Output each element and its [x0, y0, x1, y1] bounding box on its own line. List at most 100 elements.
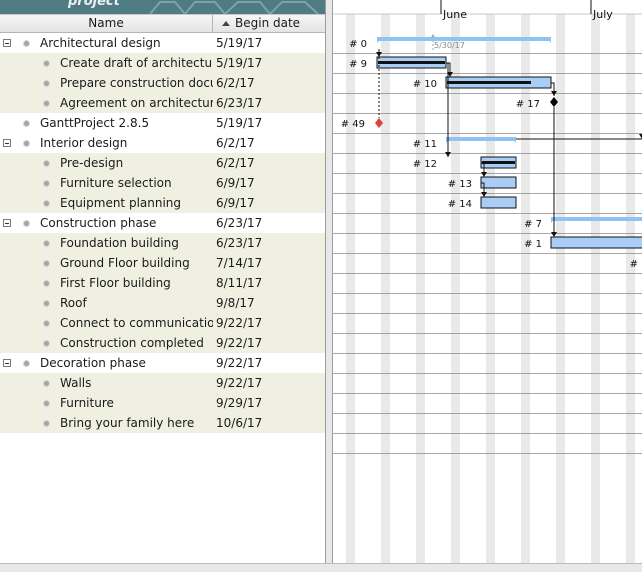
task-name[interactable]: Furniture selection — [60, 173, 213, 193]
task-name[interactable]: Foundation building — [60, 233, 213, 253]
task-name[interactable]: Interior design — [40, 133, 213, 153]
task-id-label: # 14 — [448, 199, 472, 210]
task-row[interactable]: Equipment planning 6/9/17 — [0, 193, 325, 213]
task-row[interactable]: Prepare construction docu... 6/2/17 — [0, 73, 325, 93]
task-row[interactable]: Foundation building 6/23/17 — [0, 233, 325, 253]
table-header: Name Begin date — [0, 14, 325, 33]
task-name[interactable]: Equipment planning — [60, 193, 213, 213]
task-id-label: # 13 — [448, 179, 472, 190]
task-name[interactable]: Architectural design — [40, 33, 213, 53]
task-row[interactable]: Create draft of architecture 5/19/17 — [0, 53, 325, 73]
task-begin-date[interactable]: 9/8/17 — [216, 293, 255, 313]
task-name[interactable]: Create draft of architecture — [60, 53, 213, 73]
collapse-toggle-icon[interactable] — [3, 39, 11, 47]
task-begin-date[interactable]: 5/19/17 — [216, 113, 262, 133]
task-begin-date[interactable]: 5/19/17 — [216, 53, 262, 73]
task-begin-date[interactable]: 6/23/17 — [216, 93, 262, 113]
task-row[interactable]: First Floor building 8/11/17 — [0, 273, 325, 293]
task-begin-date[interactable]: 9/22/17 — [216, 353, 262, 373]
task-name[interactable]: Construction completed — [60, 333, 213, 353]
task-begin-date[interactable]: 6/23/17 — [216, 233, 262, 253]
task-bullet-icon — [44, 181, 49, 186]
task-id-label: # 49 — [341, 119, 365, 130]
gantt-chart-panel: June July 5/30/17 # 0 # 9 # 10 # 17 # 49 # 11 # 1… — [333, 0, 642, 563]
task-name[interactable]: Ground Floor building — [60, 253, 213, 273]
task-begin-date[interactable]: 9/29/17 — [216, 393, 262, 413]
task-table-panel: project Name Begin date Architectural de… — [0, 0, 325, 571]
task-id-label: # — [630, 259, 638, 270]
task-bar — [480, 176, 517, 189]
task-begin-date[interactable]: 6/2/17 — [216, 133, 255, 153]
task-row[interactable]: GanttProject 2.8.5 5/19/17 — [0, 113, 325, 133]
task-id-label: # 0 — [349, 39, 367, 50]
task-row[interactable]: Agreement on architectura...6/23/17 — [0, 93, 325, 113]
task-begin-date[interactable]: 6/2/17 — [216, 73, 255, 93]
task-bullet-icon — [44, 61, 49, 66]
task-begin-date[interactable]: 6/2/17 — [216, 153, 255, 173]
task-row[interactable]: Interior design 6/2/17 — [0, 133, 325, 153]
task-name[interactable]: Pre-design — [60, 153, 213, 173]
task-begin-date[interactable]: 6/9/17 — [216, 173, 255, 193]
task-name[interactable]: Decoration phase — [40, 353, 213, 373]
task-name[interactable]: GanttProject 2.8.5 — [40, 113, 213, 133]
task-row[interactable]: Furniture selection 6/9/17 — [0, 173, 325, 193]
collapse-toggle-icon[interactable] — [3, 139, 11, 147]
task-name[interactable]: First Floor building — [60, 273, 213, 293]
today-date-label: 5/30/17 — [434, 41, 465, 50]
column-header-begin-date[interactable]: Begin date — [213, 15, 325, 33]
month-label: June — [442, 8, 467, 21]
task-begin-date[interactable]: 9/22/17 — [216, 333, 262, 353]
task-id-label: # 1 — [524, 239, 542, 250]
task-bullet-icon — [24, 121, 29, 126]
collapse-toggle-icon[interactable] — [3, 219, 11, 227]
task-row[interactable]: Construction phase 6/23/17 — [0, 213, 325, 233]
splitter[interactable] — [325, 0, 333, 571]
collapse-toggle-icon[interactable] — [3, 359, 11, 367]
month-label: July — [592, 8, 613, 21]
task-bullet-icon — [44, 421, 49, 426]
task-begin-date[interactable]: 10/6/17 — [216, 413, 262, 433]
task-begin-date[interactable]: 9/22/17 — [216, 313, 262, 333]
task-name[interactable]: Furniture — [60, 393, 213, 413]
task-name[interactable]: Roof — [60, 293, 213, 313]
task-row[interactable]: Construction completed 9/22/17 — [0, 333, 325, 353]
task-id-label: # 17 — [516, 99, 540, 110]
task-row[interactable]: Decoration phase 9/22/17 — [0, 353, 325, 373]
summary-bar — [377, 37, 551, 41]
summary-bar — [446, 137, 516, 141]
task-bullet-icon — [24, 221, 29, 226]
task-begin-date[interactable]: 6/23/17 — [216, 213, 262, 233]
task-row[interactable]: Architectural design 5/19/17 — [0, 33, 325, 53]
task-row[interactable]: Bring your family here 10/6/17 — [0, 413, 325, 433]
task-row[interactable]: Roof 9/8/17 — [0, 293, 325, 313]
task-bullet-icon — [44, 241, 49, 246]
task-begin-date[interactable]: 7/14/17 — [216, 253, 262, 273]
weekend-stripe — [346, 14, 355, 563]
task-rows: Architectural design 5/19/17 Create draft … — [0, 33, 325, 433]
task-name[interactable]: Agreement on architectura... — [60, 93, 213, 113]
task-begin-date[interactable]: 5/19/17 — [216, 33, 262, 53]
weekend-stripe — [416, 14, 425, 563]
task-name[interactable]: Walls — [60, 373, 213, 393]
column-header-name[interactable]: Name — [0, 15, 213, 33]
task-row[interactable]: Connect to communications 9/22/17 — [0, 313, 325, 333]
task-bullet-icon — [44, 321, 49, 326]
task-name[interactable]: Bring your family here — [60, 413, 213, 433]
task-row[interactable]: Ground Floor building 7/14/17 — [0, 253, 325, 273]
task-name[interactable]: Construction phase — [40, 213, 213, 233]
task-begin-date[interactable]: 9/22/17 — [216, 373, 262, 393]
column-header-begin-date-label: Begin date — [235, 16, 301, 30]
task-id-label: # 9 — [349, 59, 367, 70]
task-row[interactable]: Walls 9/22/17 — [0, 373, 325, 393]
task-name[interactable]: Connect to communications — [60, 313, 213, 333]
weekend-stripe — [556, 14, 565, 563]
task-row[interactable]: Furniture 9/29/17 — [0, 393, 325, 413]
task-bullet-icon — [24, 141, 29, 146]
task-row[interactable]: Pre-design 6/2/17 — [0, 153, 325, 173]
task-bullet-icon — [44, 81, 49, 86]
task-bullet-icon — [24, 361, 29, 366]
task-name[interactable]: Prepare construction docu... — [60, 73, 213, 93]
task-begin-date[interactable]: 6/9/17 — [216, 193, 255, 213]
task-begin-date[interactable]: 8/11/17 — [216, 273, 262, 293]
logo-hex-pattern-icon — [149, 1, 319, 14]
